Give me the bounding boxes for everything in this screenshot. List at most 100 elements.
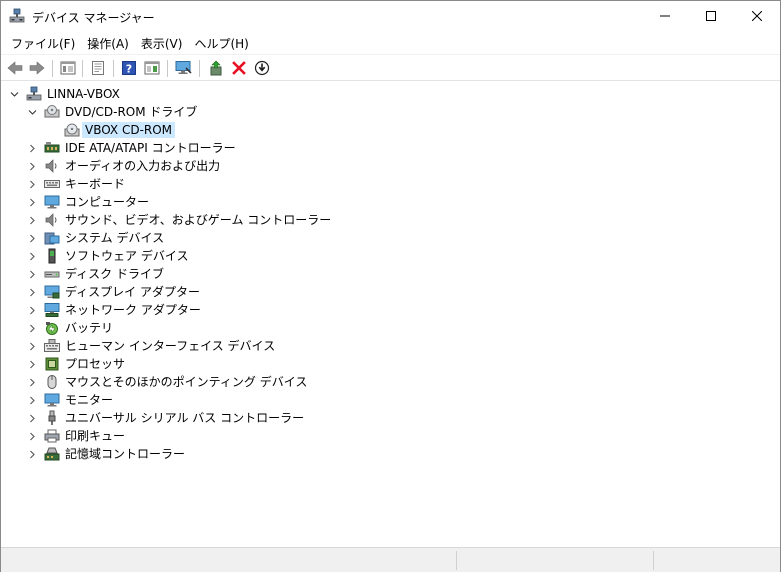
tree-label: コンピューター (65, 195, 150, 209)
dvd-drive-icon (44, 104, 60, 120)
tree-label: DVD/CD-ROM ドライブ (65, 105, 198, 119)
update-driver-icon (210, 60, 222, 76)
uninstall-device-button[interactable] (229, 59, 249, 77)
chevron-right-icon[interactable] (28, 396, 37, 405)
chevron-right-icon[interactable] (28, 450, 37, 459)
title-bar[interactable]: デバイス マネージャー (1, 1, 780, 31)
tree-label: 記憶域コントローラー (65, 447, 186, 461)
action-pane-icon (144, 61, 160, 75)
chevron-down-icon[interactable] (10, 90, 19, 99)
display-adapter-icon (44, 284, 60, 300)
chevron-right-icon[interactable] (28, 414, 37, 423)
chevron-right-icon[interactable] (28, 342, 37, 351)
tree-label: ヒューマン インターフェイス デバイス (65, 339, 276, 353)
tree-label: オーディオの入力および出力 (65, 159, 221, 173)
usb-icon (44, 410, 60, 426)
mouse-icon (44, 374, 60, 390)
update-driver-button[interactable] (206, 59, 226, 77)
scan-hardware-button[interactable] (174, 59, 194, 77)
tree-label: マウスとそのほかのポインティング デバイス (65, 375, 308, 389)
forward-arrow-icon (29, 61, 45, 75)
chevron-right-icon[interactable] (28, 378, 37, 387)
ide-controller-icon (44, 140, 60, 156)
tree-label: VBOX CD-ROM (82, 122, 176, 138)
keyboard-icon (44, 176, 60, 192)
printer-icon (44, 428, 60, 444)
chevron-right-icon[interactable] (28, 252, 37, 261)
software-device-icon (44, 248, 60, 264)
maximize-button[interactable] (688, 1, 734, 31)
tree-label: ディスプレイ アダプター (65, 285, 200, 299)
tree-label: モニター (65, 393, 114, 407)
back-arrow-icon (7, 61, 23, 75)
system-device-icon (44, 230, 60, 246)
chevron-down-icon[interactable] (28, 108, 37, 117)
computer-icon (26, 86, 42, 102)
tree-label: キーボード (65, 177, 126, 191)
chevron-right-icon[interactable] (28, 360, 37, 369)
menu-bar: ファイル(F) 操作(A) 表示(V) ヘルプ(H) (1, 32, 780, 53)
maximize-icon (706, 11, 716, 21)
toolbar-separator (113, 60, 114, 77)
toolbar-separator (82, 60, 83, 77)
disable-device-button[interactable] (252, 59, 272, 77)
help-icon: ? (122, 61, 136, 76)
disable-device-icon (254, 60, 270, 76)
forward-button[interactable] (27, 59, 47, 77)
network-adapter-icon (44, 302, 60, 318)
chevron-right-icon[interactable] (28, 288, 37, 297)
status-divider (456, 551, 457, 570)
device-tree[interactable]: LINNA-VBOX DVD/CD-ROM ドライブ VBOX CD-ROM I… (2, 83, 779, 545)
status-bar (1, 547, 780, 572)
device-manager-icon (9, 8, 25, 24)
toolbar-separator (199, 60, 200, 77)
minimize-button[interactable] (642, 1, 688, 31)
toolbar-separator (52, 60, 53, 77)
chevron-right-icon[interactable] (28, 306, 37, 315)
chevron-right-icon[interactable] (28, 432, 37, 441)
menu-action[interactable]: 操作(A) (81, 32, 135, 53)
tree-label: 印刷キュー (65, 429, 126, 443)
close-icon (752, 11, 762, 21)
back-button[interactable] (5, 59, 25, 77)
chevron-right-icon[interactable] (28, 216, 37, 225)
chevron-right-icon[interactable] (28, 270, 37, 279)
chevron-right-icon[interactable] (28, 162, 37, 171)
action-pane-button[interactable] (142, 59, 162, 77)
processor-icon (44, 356, 60, 372)
minimize-icon (660, 15, 670, 17)
menu-file[interactable]: ファイル(F) (5, 32, 81, 53)
chevron-right-icon[interactable] (28, 180, 37, 189)
properties-icon (92, 61, 104, 75)
cd-rom-icon (64, 122, 80, 138)
window-title: デバイス マネージャー (32, 11, 155, 25)
show-hide-console-tree-icon (60, 61, 76, 75)
console-tree-button[interactable] (58, 59, 78, 77)
storage-controller-icon (44, 446, 60, 462)
svg-text:?: ? (126, 63, 132, 76)
tree-label: システム デバイス (65, 231, 165, 245)
speaker-icon (44, 212, 60, 228)
tree-label: ディスク ドライブ (65, 267, 164, 281)
chevron-right-icon[interactable] (28, 324, 37, 333)
hid-icon (44, 338, 60, 354)
device-manager-window: デバイス マネージャー ファイル(F) 操作(A) 表示(V) ヘルプ(H) ?… (0, 0, 781, 572)
tree-label: バッテリ (65, 321, 114, 335)
tree-label: IDE ATA/ATAPI コントローラー (65, 141, 236, 155)
battery-icon (44, 320, 60, 336)
uninstall-device-icon (232, 61, 246, 75)
chevron-right-icon[interactable] (28, 144, 37, 153)
menu-help[interactable]: ヘルプ(H) (188, 32, 254, 53)
toolbar-separator (167, 60, 168, 77)
tree-label: ネットワーク アダプター (65, 303, 201, 317)
chevron-right-icon[interactable] (28, 198, 37, 207)
disk-drive-icon (44, 266, 60, 282)
status-divider (653, 551, 654, 570)
tree-label: ソフトウェア デバイス (65, 249, 189, 263)
chevron-right-icon[interactable] (28, 234, 37, 243)
close-button[interactable] (734, 1, 780, 31)
tree-label: ユニバーサル シリアル バス コントローラー (65, 411, 305, 425)
properties-button[interactable] (88, 59, 108, 77)
help-button[interactable]: ? (119, 59, 139, 77)
menu-view[interactable]: 表示(V) (135, 32, 189, 53)
